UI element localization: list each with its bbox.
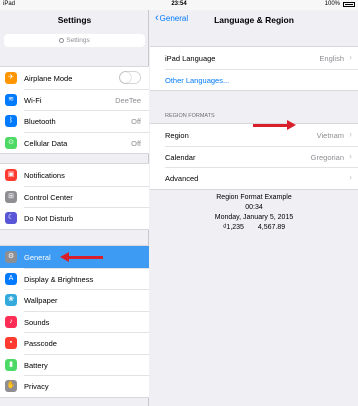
airplane-mode-toggle[interactable] xyxy=(119,71,141,84)
chevron-right-icon: › xyxy=(349,129,352,139)
region-formats-group: Region Vietnam › Calendar Gregorian › Ad… xyxy=(150,123,358,190)
sidebar-title: Settings xyxy=(57,15,92,25)
ipad-language-label: iPad Language xyxy=(165,54,216,63)
status-bar: iPad 23:54 100% xyxy=(0,0,358,10)
sidebar-item-label: Bluetooth xyxy=(24,117,56,126)
annotation-arrow-general xyxy=(60,252,103,262)
advanced-row[interactable]: Advanced › xyxy=(150,167,358,189)
chevron-right-icon: › xyxy=(349,172,352,182)
battery-status-icon xyxy=(343,2,355,7)
sidebar-item-sounds[interactable]: ♪ Sounds xyxy=(0,310,149,333)
sidebar-item-label: General xyxy=(24,253,51,262)
control-center-icon: ⊞ xyxy=(5,190,17,203)
example-amounts: ₫1,235 4,567.89 xyxy=(150,223,358,233)
sidebar-item-label: Airplane Mode xyxy=(24,74,73,83)
sidebar-item-label: Wallpaper xyxy=(24,296,58,305)
calendar-row[interactable]: Calendar Gregorian › xyxy=(150,145,358,168)
bluetooth-icon: ᛒ xyxy=(5,115,17,127)
sidebar-item-label: Control Center xyxy=(24,192,73,202)
sidebar-item-wifi[interactable]: ≋ Wi-Fi DeeTee xyxy=(0,88,149,111)
sidebar-item-label: Do Not Disturb xyxy=(24,214,74,223)
settings-group-connectivity: ✈ Airplane Mode ≋ Wi-Fi DeeTee ᛒ Bluetoo… xyxy=(0,66,149,154)
search-placeholder: Settings xyxy=(66,37,90,44)
passcode-icon: ▪ xyxy=(5,337,17,349)
sounds-icon: ♪ xyxy=(5,315,17,328)
language-region-pane: ‹General Language & Region iPad Language… xyxy=(150,10,358,406)
region-row[interactable]: Region Vietnam › xyxy=(150,124,358,146)
chevron-right-icon: › xyxy=(349,52,352,62)
battery-icon: ▮ xyxy=(5,358,17,371)
brightness-icon: A xyxy=(5,272,17,285)
settings-group-general: ⚙ General A Display & Brightness ❀ Wallp… xyxy=(0,245,149,398)
chevron-right-icon: › xyxy=(349,150,352,161)
annotation-arrow-region xyxy=(253,120,296,130)
page-title: Language & Region xyxy=(214,15,294,25)
sidebar-item-display-brightness[interactable]: A Display & Brightness xyxy=(0,267,149,290)
gear-icon: ⚙ xyxy=(5,251,17,263)
settings-sidebar: Settings Settings ✈ Airplane Mode ≋ Wi-F… xyxy=(0,10,149,406)
search-icon xyxy=(59,38,65,43)
region-formats-header: REGION FORMATS xyxy=(165,113,215,119)
sidebar-item-do-not-disturb[interactable]: ☾ Do Not Disturb xyxy=(0,207,149,229)
sidebar-item-label: Battery xyxy=(24,360,48,370)
sidebar-item-label: Passcode xyxy=(24,339,57,348)
clock: 23:54 xyxy=(171,1,187,7)
sidebar-item-privacy[interactable]: ✋ Privacy xyxy=(0,375,149,397)
search-field[interactable]: Settings xyxy=(4,34,145,47)
sidebar-item-notifications[interactable]: ▣ Notifications xyxy=(0,164,149,186)
notifications-icon: ▣ xyxy=(5,169,17,181)
sidebar-item-control-center[interactable]: ⊞ Control Center xyxy=(0,185,149,208)
example-currency: ₫1,235 xyxy=(222,224,244,231)
sidebar-item-value: Off xyxy=(131,117,141,126)
sidebar-item-value: Off xyxy=(131,138,141,148)
sidebar-item-label: Display & Brightness xyxy=(24,274,94,284)
calendar-value: Gregorian xyxy=(310,152,344,162)
airplane-icon: ✈ xyxy=(5,72,17,84)
sidebar-item-label: Wi-Fi xyxy=(24,95,42,105)
sidebar-item-label: Notifications xyxy=(24,171,65,180)
sidebar-item-label: Cellular Data xyxy=(24,138,68,148)
region-format-example: Region Format Example 00:34 Monday, Janu… xyxy=(150,193,358,233)
ipad-language-value: English xyxy=(319,54,344,63)
wallpaper-icon: ❀ xyxy=(5,294,17,306)
calendar-label: Calendar xyxy=(165,152,196,162)
sidebar-item-bluetooth[interactable]: ᛒ Bluetooth Off xyxy=(0,110,149,132)
sidebar-item-battery[interactable]: ▮ Battery xyxy=(0,353,149,376)
language-group: iPad Language English › Other Languages.… xyxy=(150,46,358,91)
sidebar-item-airplane-mode[interactable]: ✈ Airplane Mode xyxy=(0,67,149,89)
ipad-language-row[interactable]: iPad Language English › xyxy=(150,47,358,69)
wifi-icon: ≋ xyxy=(5,93,17,106)
example-date: Monday, January 5, 2015 xyxy=(214,214,294,221)
region-value: Vietnam xyxy=(316,131,344,140)
other-languages-link[interactable]: Other Languages... xyxy=(165,76,229,85)
example-time: 00:34 xyxy=(245,204,263,211)
sidebar-item-label: Privacy xyxy=(24,382,49,391)
hand-icon: ✋ xyxy=(5,380,17,392)
sidebar-item-passcode[interactable]: ▪ Passcode xyxy=(0,332,149,354)
moon-icon: ☾ xyxy=(5,212,17,224)
other-languages-row[interactable]: Other Languages... xyxy=(150,68,358,91)
example-number: 4,567.89 xyxy=(257,224,286,231)
sidebar-item-cellular-data[interactable]: ⊙ Cellular Data Off xyxy=(0,131,149,154)
advanced-label: Advanced xyxy=(165,174,199,183)
battery-percent: 100% xyxy=(324,1,340,7)
sidebar-item-label: Sounds xyxy=(24,317,50,327)
sidebar-item-value: DeeTee xyxy=(115,95,141,105)
settings-group-notifications: ▣ Notifications ⊞ Control Center ☾ Do No… xyxy=(0,163,149,230)
example-title: Region Format Example xyxy=(216,194,292,201)
sidebar-item-wallpaper[interactable]: ❀ Wallpaper xyxy=(0,289,149,311)
region-label: Region xyxy=(165,131,189,140)
cellular-icon: ⊙ xyxy=(5,136,17,149)
